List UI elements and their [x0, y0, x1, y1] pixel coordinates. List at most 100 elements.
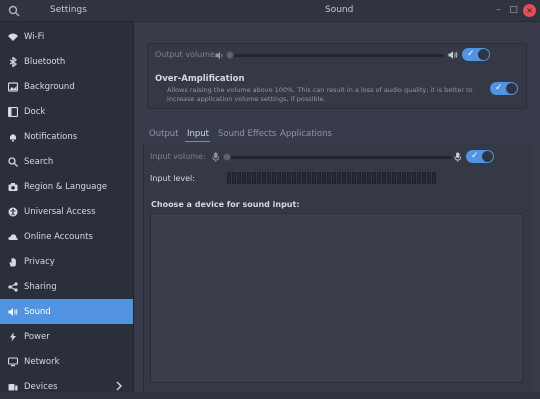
speaker-high-icon: [448, 51, 458, 59]
input-volume-slider[interactable]: [227, 156, 452, 159]
sidebar-item-label: Search: [24, 156, 54, 167]
chevron-right-icon: [116, 381, 122, 391]
toggle-knob: [482, 151, 493, 162]
level-meter-segment: [252, 172, 256, 184]
level-meter-segment: [292, 172, 296, 184]
minimize-button[interactable]: –: [492, 4, 505, 17]
output-volume-slider[interactable]: [229, 54, 444, 57]
level-meter-segment: [297, 172, 301, 184]
level-meter-segment: [362, 172, 366, 184]
sidebar-item-online-accounts[interactable]: Online Accounts: [0, 224, 133, 249]
sidebar-item-label: Dock: [24, 106, 46, 117]
level-meter-segment: [247, 172, 251, 184]
title-bar: Settings Sound – □ ×: [0, 0, 540, 22]
toggle-knob: [478, 49, 489, 60]
speaker-low-icon: [215, 51, 223, 60]
level-meter-segment: [227, 172, 231, 184]
level-meter-segment: [287, 172, 291, 184]
network-icon: [8, 356, 18, 366]
window-title: Sound: [325, 5, 354, 15]
level-meter-segment: [327, 172, 331, 184]
sidebar-item-label: Background: [24, 81, 75, 92]
level-meter-segment: [427, 172, 431, 184]
sidebar-item-universal-access[interactable]: Universal Access: [0, 199, 133, 224]
level-meter-segment: [302, 172, 306, 184]
level-meter-segment: [332, 172, 336, 184]
tab-output[interactable]: Output: [149, 129, 179, 139]
level-meter-segment: [272, 172, 276, 184]
tab-applications[interactable]: Applications: [280, 129, 332, 139]
device-heading: Choose a device for sound input:: [151, 200, 300, 209]
sidebar-item-region-language[interactable]: Region & Language: [0, 174, 133, 199]
level-meter-segment: [257, 172, 261, 184]
sidebar-item-label: Bluetooth: [24, 56, 66, 67]
sidebar-item-notifications[interactable]: Notifications: [0, 124, 133, 149]
sidebar-item-sound[interactable]: Sound: [0, 299, 133, 324]
bluetooth-icon: [9, 56, 18, 67]
share-icon: [8, 281, 18, 292]
input-device-list[interactable]: [150, 213, 523, 383]
level-meter-segment: [422, 172, 426, 184]
input-mute-toggle[interactable]: ✓: [466, 150, 494, 163]
sidebar-item-label: Network: [24, 356, 60, 367]
devices-icon: [8, 383, 18, 390]
settings-title: Settings: [50, 5, 87, 15]
over-amplification-description-line2: increase application volume settings, if…: [167, 95, 326, 103]
sidebar-item-wifi[interactable]: Wi-Fi: [0, 24, 133, 49]
level-meter-segment: [367, 172, 371, 184]
level-meter-segment: [232, 172, 236, 184]
dock-icon: [8, 106, 18, 117]
search-icon[interactable]: [8, 5, 20, 17]
close-button[interactable]: ×: [523, 4, 536, 17]
sidebar-item-sharing[interactable]: Sharing: [0, 274, 133, 299]
level-meter-segment: [267, 172, 271, 184]
sidebar-item-network[interactable]: Network: [0, 349, 133, 374]
sidebar: Wi-Fi Bluetooth Background Dock Notifica…: [0, 22, 134, 392]
over-amplification-description-line1: Allows raising the volume above 100%. Th…: [167, 86, 473, 94]
level-meter-segment: [347, 172, 351, 184]
bell-icon: [10, 133, 16, 142]
sidebar-item-search[interactable]: Search: [0, 149, 133, 174]
level-meter-segment: [382, 172, 386, 184]
sidebar-item-label: Devices: [24, 381, 58, 392]
tab-input[interactable]: Input: [187, 129, 209, 139]
sidebar-item-background[interactable]: Background: [0, 74, 133, 99]
over-amplification-title: Over-Amplification: [155, 74, 245, 84]
output-mute-toggle[interactable]: ✓: [462, 48, 490, 61]
camera-icon: [8, 182, 18, 191]
power-icon: [10, 332, 16, 341]
input-level-meter: [227, 172, 439, 184]
sidebar-item-power[interactable]: Power: [0, 324, 133, 349]
background-icon: [8, 81, 18, 92]
level-meter-segment: [237, 172, 241, 184]
level-meter-segment: [377, 172, 381, 184]
sidebar-item-privacy[interactable]: Privacy: [0, 249, 133, 274]
tab-sound-effects[interactable]: Sound Effects: [218, 129, 276, 139]
level-meter-segment: [337, 172, 341, 184]
input-level-label: Input level:: [150, 174, 195, 183]
level-meter-segment: [242, 172, 246, 184]
sidebar-item-bluetooth[interactable]: Bluetooth: [0, 49, 133, 74]
input-volume-slider-handle[interactable]: [223, 153, 231, 161]
output-volume-slider-handle[interactable]: [226, 51, 234, 59]
over-amplification-toggle[interactable]: ✓: [490, 82, 518, 95]
sidebar-item-label: Online Accounts: [24, 231, 93, 242]
search-icon: [8, 156, 18, 167]
sidebar-item-dock[interactable]: Dock: [0, 99, 133, 124]
level-meter-segment: [277, 172, 281, 184]
level-meter-segment: [312, 172, 316, 184]
level-meter-segment: [402, 172, 406, 184]
level-meter-segment: [322, 172, 326, 184]
level-meter-segment: [307, 172, 311, 184]
sidebar-item-devices[interactable]: Devices: [0, 374, 133, 399]
level-meter-segment: [342, 172, 346, 184]
active-tab-indicator: [185, 141, 210, 142]
accessibility-icon: [8, 207, 18, 216]
maximize-button[interactable]: □: [507, 4, 520, 17]
level-meter-segment: [282, 172, 286, 184]
sidebar-item-label: Sharing: [24, 281, 57, 292]
check-icon: ✓: [471, 151, 479, 161]
level-meter-segment: [357, 172, 361, 184]
level-meter-segment: [392, 172, 396, 184]
level-meter-segment: [432, 172, 436, 184]
